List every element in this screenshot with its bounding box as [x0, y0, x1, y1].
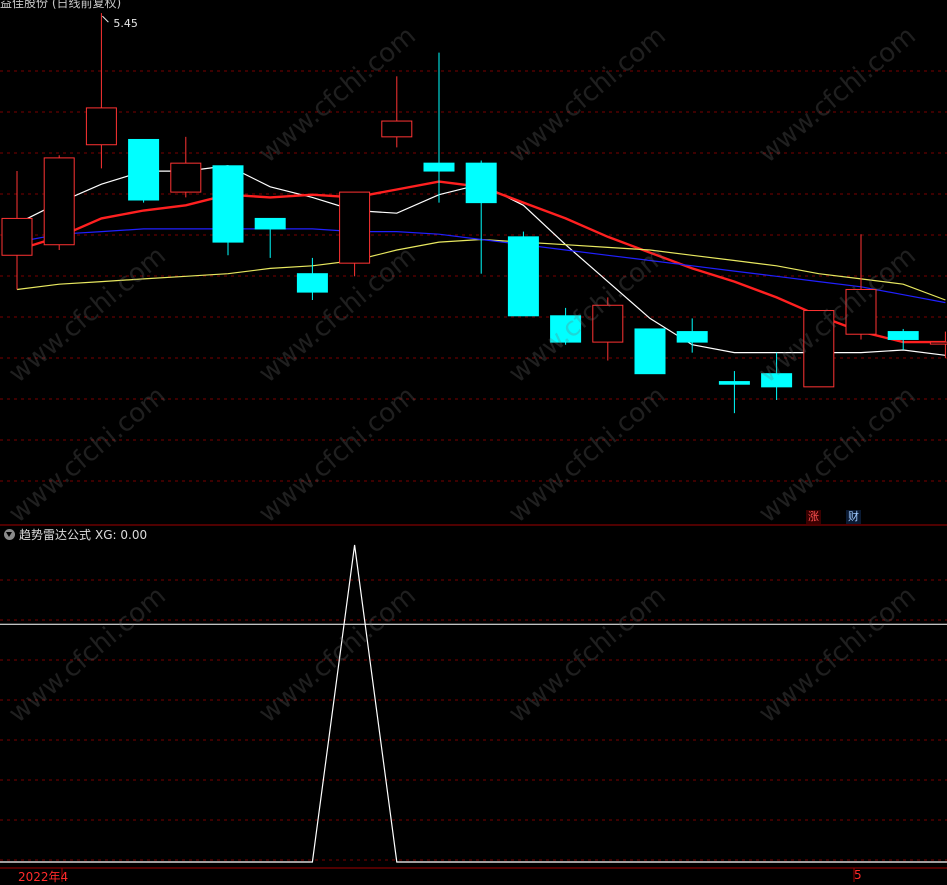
candle	[507, 231, 539, 317]
candle-body-up	[845, 288, 877, 335]
candle-body-down	[634, 328, 666, 375]
candle-body-down	[296, 273, 328, 293]
year-label: 2022年4	[18, 870, 69, 884]
candle-body-up	[43, 157, 75, 246]
candle-body-up	[381, 120, 413, 138]
candle	[254, 217, 286, 258]
candle-body-up	[1, 217, 33, 256]
candle	[170, 136, 202, 198]
cai-tag[interactable]: 财	[846, 510, 861, 524]
candle	[634, 328, 666, 375]
xg-signal-line	[0, 544, 947, 863]
candle	[887, 328, 919, 350]
candle-body-down	[254, 217, 286, 230]
candle-body-down	[465, 162, 497, 204]
candle-body-up	[339, 191, 371, 264]
candle	[423, 52, 455, 203]
peak-price-label: 5.45	[113, 17, 138, 30]
candle-body-down	[676, 331, 708, 343]
candle	[1, 171, 33, 290]
candle	[592, 297, 624, 361]
candle	[465, 160, 497, 274]
indicator-title: 趋势雷达公式	[19, 528, 92, 542]
candle-body-down	[718, 381, 750, 385]
candle	[43, 155, 75, 250]
candle-body-down	[128, 138, 160, 201]
peak-pointer	[102, 15, 109, 23]
candle	[718, 371, 750, 414]
candle-body-up	[929, 341, 947, 345]
candle-body-down	[423, 162, 455, 172]
candle	[676, 318, 708, 353]
candle	[845, 234, 877, 340]
kline-chart[interactable]	[0, 0, 947, 882]
candle	[803, 310, 835, 388]
candle-body-down	[507, 236, 539, 317]
candle	[212, 165, 244, 256]
candle-body-down	[887, 331, 919, 340]
stock-title: 益佳股份 (日线前复权)	[0, 0, 121, 11]
candle	[339, 191, 371, 277]
indicator-readout: XG: 0.00	[95, 527, 148, 542]
indicator-panel	[0, 544, 947, 863]
candle-body-down	[550, 315, 582, 343]
candle	[85, 13, 117, 169]
candle	[128, 138, 160, 203]
candle-body-up	[803, 310, 835, 388]
candle-body-up	[85, 107, 117, 146]
zhang-tag[interactable]: 涨	[806, 510, 821, 524]
peak-price-value: 5.45	[113, 17, 138, 31]
candle-body-up	[170, 162, 202, 193]
candlesticks	[1, 13, 947, 414]
candle-body-down	[212, 165, 244, 243]
indicator-header[interactable]: 趋势雷达公式 XG: 0.00	[4, 526, 147, 543]
candle-body-up	[592, 304, 624, 343]
candle-body-down	[761, 373, 793, 388]
candle	[761, 352, 793, 400]
candle	[550, 307, 582, 345]
collapse-arrow-icon[interactable]	[4, 529, 15, 540]
month-label: 5	[854, 868, 862, 882]
stock-title-text: 益佳股份 (日线前复权)	[0, 0, 122, 10]
